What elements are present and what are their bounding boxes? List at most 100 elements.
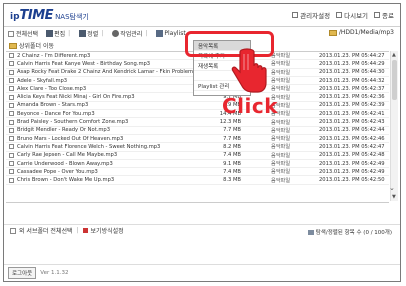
file-size: 7.7 MB	[223, 127, 241, 134]
file-type: 음악파일	[271, 119, 291, 126]
file-date: 2013.01.23. PM 05:44:29	[319, 60, 385, 67]
edit-icon	[46, 30, 54, 37]
select-all-label: 전체선택	[16, 31, 39, 38]
file-row[interactable]: Amanda Brown - Stars.mp3 9.9 MB 음악파일 2013.0…	[6, 102, 389, 111]
file-type: 음악파일	[271, 152, 291, 159]
chevron-down-icon[interactable]: ⌄	[389, 184, 395, 192]
file-date: 2013.01.23. PM 05:44:30	[319, 69, 385, 76]
file-checkbox[interactable]	[9, 61, 14, 67]
file-date: 2013.01.23. PM 05:42:49	[319, 160, 385, 167]
sort-icon	[79, 30, 87, 37]
file-date: 2013.01.23. PM 05:42:39	[319, 102, 385, 109]
exit-link[interactable]: 종료	[374, 10, 394, 20]
file-checkbox[interactable]	[9, 136, 14, 142]
file-name: 2 Chainz - I'm Different.mp3	[17, 52, 91, 59]
refresh-link[interactable]: 다시보기	[336, 10, 368, 20]
select-all-checkbox[interactable]	[8, 30, 14, 37]
app-window: ip TIME NAS탐색기 관리자설정 다시보기 종료 전체선택 편집 | 정…	[3, 3, 401, 282]
file-size: 7.7 MB	[223, 135, 241, 142]
file-date: 2013.01.23. PM 05:42:44	[319, 127, 385, 134]
list-icon	[307, 229, 314, 235]
file-row[interactable]: Cassadee Pope - Over You.mp3 7.4 MB 음악파일 20…	[6, 168, 389, 177]
view-mode-button[interactable]: 보기방식설정	[91, 226, 124, 235]
subfolder-select-label: 외 서브폴더 전체선택	[19, 228, 73, 235]
file-checkbox[interactable]	[9, 86, 14, 92]
file-type: 음악파일	[271, 144, 291, 151]
file-row[interactable]: Beyonce - Dance For You.mp3 14.4 MB 음악파일 20…	[6, 110, 389, 119]
file-date: 2013.01.23. PM 05:42:48	[319, 152, 385, 159]
bottom-bar: 외 서브폴더 전체선택 | 보기방식설정 탐색/정렬된 항목 수 (0 / 10…	[4, 224, 400, 236]
view-mode-icon	[82, 228, 88, 233]
play-icon	[156, 30, 164, 37]
scrollbar[interactable]: ▲ ▼	[390, 51, 398, 201]
file-checkbox[interactable]	[9, 152, 14, 158]
file-checkbox[interactable]	[9, 169, 14, 175]
file-type: 음악파일	[271, 136, 291, 143]
scroll-down-icon[interactable]: ▼	[392, 194, 396, 200]
file-name: Carly Rae Jepsen - Call Me Maybe.mp3	[17, 152, 118, 159]
file-date: 2013.01.23. PM 05:42:41	[319, 110, 385, 117]
header-links: 관리자설정 다시보기 종료	[292, 10, 394, 20]
file-name: Asap Rocky Feat Drake 2 Chainz And Kendr…	[17, 69, 195, 76]
file-size: 8.2 MB	[223, 143, 241, 150]
file-name: Brad Paisley - Southern Comfort Zone.mp3	[17, 119, 129, 126]
item-count: 탐색/정렬된 항목 수 (0 / 100개)	[307, 228, 392, 236]
folder-up-icon	[9, 42, 17, 49]
file-name: Alex Clare - Too Close.mp3	[17, 85, 87, 92]
file-row[interactable]: Carrie Underwood - Blown Away.mp3 9.1 MB 음…	[6, 160, 389, 169]
file-name: Bridgit Mendler - Ready Or Not.mp3	[17, 127, 111, 134]
file-type: 음악파일	[271, 161, 291, 167]
footer: 로그아웃 Ver 1.1.32	[4, 264, 400, 281]
scroll-up-icon[interactable]: ▲	[392, 52, 396, 58]
logo-prefix: ip	[10, 12, 20, 22]
file-checkbox[interactable]	[9, 94, 14, 100]
file-row[interactable]: Brad Paisley - Southern Comfort Zone.mp3…	[6, 118, 389, 127]
scroll-thumb[interactable]	[392, 60, 397, 100]
refresh-icon	[336, 12, 343, 18]
file-checkbox[interactable]	[9, 127, 14, 133]
logout-button[interactable]: 로그아웃	[8, 267, 37, 279]
file-name: Bruno Mars - Locked Out Of Heaven.mp3	[17, 135, 124, 142]
file-checkbox[interactable]	[9, 177, 14, 183]
file-checkbox[interactable]	[9, 78, 14, 84]
file-size: 7.4 MB	[223, 152, 241, 159]
file-row[interactable]: Carly Rae Jepsen - Call Me Maybe.mp3 7.4 …	[6, 152, 389, 160]
subfolder-select-checkbox[interactable]	[10, 227, 16, 234]
file-name: Beyonce - Dance For You.mp3	[17, 110, 95, 117]
file-checkbox[interactable]	[9, 161, 14, 166]
file-date: 2013.01.23. PM 05:44:32	[319, 77, 385, 84]
file-date: 2013.01.23. PM 05:42:43	[319, 119, 385, 126]
file-size: 7.4 MB	[223, 168, 241, 175]
file-name: Amanda Brown - Stars.mp3	[17, 102, 89, 109]
tools-button[interactable]: 작업관리	[112, 29, 142, 38]
file-checkbox[interactable]	[9, 69, 14, 75]
file-date: 2013.01.23. PM 05:44:27	[319, 52, 385, 59]
header: ip TIME NAS탐색기 관리자설정 다시보기 종료	[4, 4, 400, 27]
logo: ip TIME NAS탐색기	[10, 8, 89, 23]
hand-cursor-icon	[231, 48, 267, 93]
file-row[interactable]: Calvin Harris Feat Florence Welch - Swee…	[6, 143, 389, 152]
file-row[interactable]: Bridgit Mendler - Ready Or Not.mp3 7.7 MB…	[6, 127, 389, 135]
tools-icon	[112, 30, 120, 37]
file-type: 음악파일	[271, 177, 291, 184]
file-date: 2013.01.23. PM 05:42:36	[319, 94, 385, 101]
file-checkbox[interactable]	[9, 111, 14, 117]
admin-settings-link[interactable]: 관리자설정	[292, 10, 330, 20]
file-checkbox[interactable]	[9, 102, 14, 108]
file-date: 2013.01.23. PM 05:42:37	[319, 85, 385, 92]
file-name: Carrie Underwood - Blown Away.mp3	[17, 160, 113, 167]
folder-icon	[328, 29, 337, 36]
file-size: 12.3 MB	[219, 119, 241, 126]
edit-button[interactable]: 편집	[46, 29, 65, 38]
file-row[interactable]: Bruno Mars - Locked Out Of Heaven.mp3 7.7…	[6, 135, 389, 144]
file-type: 음악파일	[271, 127, 291, 134]
file-checkbox[interactable]	[9, 144, 14, 150]
file-name: Cassadee Pope - Over You.mp3	[17, 168, 98, 175]
file-name: Chris Brown - Don't Wake Me Up.mp3	[17, 177, 115, 184]
sort-button[interactable]: 정렬	[79, 29, 98, 38]
file-checkbox[interactable]	[9, 119, 14, 125]
file-row[interactable]: Chris Brown - Don't Wake Me Up.mp3 8.3 MB…	[6, 176, 389, 185]
playlist-button[interactable]: Playlist	[156, 30, 186, 37]
file-checkbox[interactable]	[9, 53, 14, 59]
file-name: Alicia Keys Feat Nicki Minaj - Girl On F…	[17, 94, 135, 101]
